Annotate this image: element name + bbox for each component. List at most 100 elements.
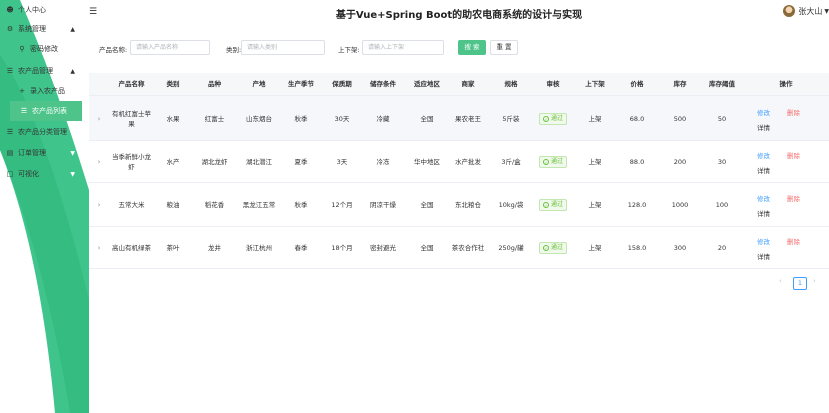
sidebar-item-system[interactable]: ⚙ 系统管理 ▲: [0, 19, 89, 39]
product-name-input[interactable]: 请输入产品名称: [130, 40, 210, 55]
document-icon: ▤: [6, 149, 14, 157]
top-bar: ☰ 基于Vue+Spring Boot的助农电商系统的设计与实现 张大山 ▼: [89, 0, 829, 26]
expand-icon[interactable]: ›: [95, 96, 103, 141]
cell-origin: 黑龙江五常: [239, 183, 279, 227]
detail-button[interactable]: 详情: [757, 165, 770, 175]
chevron-up-icon: ▲: [70, 67, 75, 75]
cell-region: 全国: [408, 183, 446, 227]
delete-button[interactable]: 删除: [787, 107, 800, 117]
cell-status: 上架: [578, 183, 612, 227]
cell-audit: ✓ 通过: [536, 183, 570, 227]
audit-status-badge: ✓ 通过: [538, 199, 567, 211]
check-circle-icon: ✓: [542, 202, 549, 208]
table-row[interactable]: › 有机红富士苹果 水果 红富士 山东烟台 秋季 30天 冷藏 全国 果农老王 5斤装 ✓ 通过 上架 68…: [89, 96, 829, 141]
chevron-left-icon[interactable]: ‹: [779, 277, 782, 285]
cell-text: 果农老王: [455, 114, 481, 123]
sidebar-item-categories[interactable]: ☰ 农产品分类管理 ▼: [0, 122, 89, 142]
cell-text: 当季新鲜小龙虾: [112, 153, 151, 171]
cell-category: 水产: [159, 141, 187, 183]
cell-text: 冷冻: [376, 158, 390, 166]
delete-button[interactable]: 删除: [787, 193, 800, 203]
cell-text: 上架: [588, 201, 602, 209]
edit-button[interactable]: 修改: [757, 236, 770, 246]
cell-text: 300: [673, 244, 687, 252]
audit-status-text: 通过: [550, 114, 563, 122]
audit-status-badge: ✓ 通过: [538, 242, 567, 254]
cell-text: 水产: [166, 158, 180, 166]
cell-variety: 红富士: [197, 96, 232, 141]
status-input[interactable]: 请输入上下架: [362, 40, 444, 55]
expand-icon[interactable]: ›: [95, 227, 103, 269]
column-header: 价格: [630, 80, 644, 88]
status-label: 上下架:: [338, 46, 360, 54]
category-input[interactable]: 请输入类别: [241, 40, 325, 55]
column-header: 品种: [208, 80, 221, 88]
sidebar-item-label: 系统管理: [18, 25, 46, 33]
cell-text: 全国: [420, 244, 434, 252]
cell-stock: 200: [663, 141, 697, 183]
table-row[interactable]: › 当季新鲜小龙虾 水产 湖北龙虾 湖北潜江 夏季 3天 冷冻 华中地区 水产批发 3斤/盒 ✓ 通过 上…: [89, 141, 829, 183]
cell-stock: 300: [663, 227, 697, 269]
chevron-down-icon: ▼: [70, 170, 75, 178]
cell-price: 68.0: [620, 96, 654, 141]
edit-button[interactable]: 修改: [757, 150, 770, 160]
table-header: 产品名称 类别 品种 产地 生产季节 保质期 储存条件 适应地区 商家 规格 审…: [89, 73, 829, 96]
sidebar-item-password[interactable]: ⚲ 密码修改: [0, 39, 89, 59]
cell-name: 高山有机绿茶: [109, 227, 154, 269]
detail-button[interactable]: 详情: [757, 208, 770, 218]
cell-spec: 5斤装: [494, 96, 528, 141]
chevron-right-icon[interactable]: ›: [813, 277, 816, 285]
sidebar-item-profile[interactable]: ☻ 个人中心: [0, 0, 89, 20]
cell-text: 稻花香: [204, 201, 225, 209]
page-number-current[interactable]: 1: [793, 277, 807, 290]
cell-text: 250g/罐: [498, 244, 524, 252]
delete-button[interactable]: 删除: [787, 150, 800, 160]
cell-merchant: 茶农合作社: [451, 227, 485, 269]
delete-button[interactable]: 删除: [787, 236, 800, 246]
check-circle-icon: ✓: [542, 245, 549, 251]
list-icon: ☰: [6, 128, 14, 136]
search-button[interactable]: 搜 索: [458, 40, 486, 55]
detail-button[interactable]: 详情: [757, 251, 770, 261]
cell-merchant: 水产批发: [451, 141, 485, 183]
sidebar-item-charts[interactable]: □ 可视化 ▼: [0, 164, 89, 184]
expand-icon[interactable]: ›: [95, 141, 103, 183]
user-icon: ☻: [6, 6, 14, 14]
cell-region: 全国: [408, 227, 446, 269]
sidebar-item-label: 农产品分类管理: [18, 128, 67, 136]
cell-spec: 10kg/袋: [494, 183, 528, 227]
cell-text: 上架: [588, 114, 602, 123]
detail-button[interactable]: 详情: [757, 122, 770, 132]
reset-button[interactable]: 重 置: [490, 40, 518, 55]
column-header: 上下架: [585, 80, 605, 88]
cell-status: 上架: [578, 96, 612, 141]
sidebar-item-orders[interactable]: ▤ 订单管理 ▼: [0, 143, 89, 163]
column-header: 保质期: [332, 80, 352, 88]
edit-button[interactable]: 修改: [757, 193, 770, 203]
sidebar-item-label: 个人中心: [18, 6, 46, 14]
sidebar-item-label: 订单管理: [18, 149, 46, 157]
edit-button[interactable]: 修改: [757, 107, 770, 117]
cell-shelf-life: 3天: [325, 141, 359, 183]
table-row[interactable]: › 高山有机绿茶 茶叶 龙井 浙江杭州 春季 18个月 密封避光 全国 茶农合作社 250g/罐 ✓ 通…: [89, 227, 829, 269]
cell-text: 500: [673, 114, 687, 123]
sidebar-item-add-product[interactable]: + 录入农产品: [0, 81, 89, 101]
cell-threshold: 30: [702, 141, 742, 183]
sidebar-item-products[interactable]: ☰ 农产品管理 ▲: [0, 61, 89, 81]
cell-text: 68.0: [629, 114, 645, 123]
cell-merchant: 东北粮仓: [451, 183, 485, 227]
cell-origin: 湖北潜江: [239, 141, 279, 183]
cell-text: 88.0: [629, 158, 645, 166]
cell-audit: ✓ 通过: [536, 96, 570, 141]
sidebar-item-product-list[interactable]: ☰ 农产品列表: [10, 101, 82, 121]
key-icon: ⚲: [19, 45, 25, 53]
expand-icon[interactable]: ›: [95, 183, 103, 227]
chevron-up-icon: ▲: [70, 25, 75, 33]
table-row[interactable]: › 五常大米 粮油 稻花香 黑龙江五常 秋季 12个月 阴凉干燥 全国 东北粮仓 10kg/袋 ✓ 通过…: [89, 183, 829, 227]
cell-text: 有机红富士苹果: [112, 109, 151, 128]
user-menu[interactable]: 张大山 ▼: [783, 5, 829, 17]
cell-text: 全国: [420, 114, 434, 123]
chevron-down-icon: ▼: [70, 128, 75, 136]
cell-shelf-life: 18个月: [325, 227, 359, 269]
cell-text: 5斤装: [502, 114, 520, 123]
